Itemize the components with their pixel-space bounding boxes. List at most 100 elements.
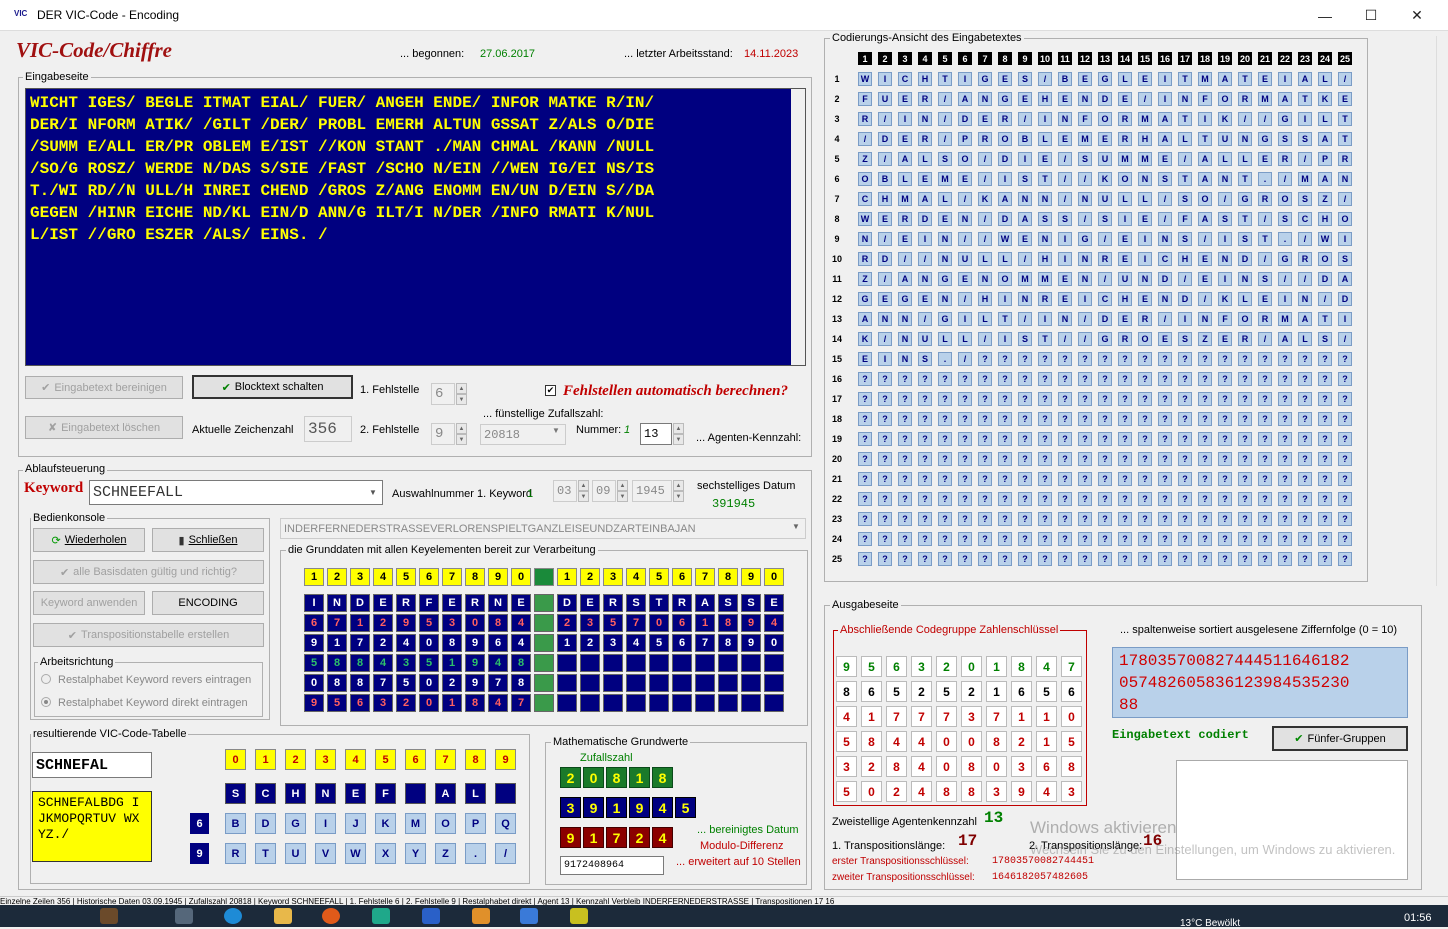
coding-cell: M xyxy=(1298,172,1312,186)
grund-cell: D xyxy=(350,594,370,612)
day-field[interactable]: 03 xyxy=(553,480,577,502)
err1-field[interactable]: 6 xyxy=(431,383,455,405)
coding-cell: ? xyxy=(998,412,1012,426)
phrase-combo[interactable]: INDERFERNEDERSTRASSEVERLORENSPIELTGANZLE… xyxy=(280,518,806,539)
coding-cell: ? xyxy=(1338,452,1352,466)
app-icon-blue[interactable] xyxy=(520,908,538,924)
year-down[interactable]: ▼ xyxy=(673,491,684,502)
keyword-combo[interactable]: SCHNEEFALL xyxy=(89,480,383,505)
coding-cell: F xyxy=(1078,112,1092,126)
year-field[interactable]: 1945 xyxy=(632,480,672,502)
coding-cell: F xyxy=(858,92,872,106)
coding-cell: M xyxy=(1078,132,1092,146)
agent-down[interactable]: ▼ xyxy=(673,434,684,445)
coding-cell: ? xyxy=(998,392,1012,406)
coding-cell: ? xyxy=(1198,452,1212,466)
grund-cell: 6 xyxy=(672,634,692,652)
word-icon[interactable] xyxy=(422,908,440,924)
coding-cell: A xyxy=(1298,72,1312,86)
coding-cell: N xyxy=(1078,192,1092,206)
close-app-button[interactable]: ▮ Schließen xyxy=(152,528,264,552)
grund-cell: 4 xyxy=(488,654,508,672)
textarea-scrollbar[interactable] xyxy=(791,89,805,365)
char-count-field: 356 xyxy=(304,416,352,442)
ship-icon[interactable] xyxy=(100,908,118,924)
coding-cell: O xyxy=(1118,172,1132,186)
coding-cell: M xyxy=(1198,72,1212,86)
app-icon-orange[interactable] xyxy=(472,908,490,924)
coding-cell: Z xyxy=(1198,332,1212,346)
coding-cell: ? xyxy=(898,472,912,486)
minimize-button[interactable]: — xyxy=(1302,0,1348,31)
input-textarea[interactable]: WICHT IGES/ BEGLE ITMAT EIAL/ FUER/ ANGE… xyxy=(25,88,806,366)
coding-cell: G xyxy=(1098,332,1112,346)
day-up[interactable]: ▲ xyxy=(578,480,589,491)
main-scrollbar[interactable] xyxy=(1436,36,1448,586)
firefox-icon[interactable] xyxy=(322,908,340,924)
output-textarea[interactable] xyxy=(1176,760,1408,880)
err2-up[interactable]: ▲ xyxy=(456,423,467,434)
grund-cell: 5 xyxy=(419,654,439,672)
err2-down[interactable]: ▼ xyxy=(456,434,467,445)
close-button[interactable]: ✕ xyxy=(1394,0,1440,31)
vic-row9-cell: . xyxy=(465,843,486,864)
k1-value: 17803570082744451 xyxy=(992,856,1095,867)
month-up[interactable]: ▲ xyxy=(617,480,628,491)
day-down[interactable]: ▼ xyxy=(578,491,589,502)
explorer-icon[interactable] xyxy=(274,908,292,924)
coding-cell: A xyxy=(1318,132,1332,146)
clean-input-button[interactable]: ✔ Eingabetext bereinigen xyxy=(25,376,183,399)
app-icon-green[interactable] xyxy=(372,908,390,924)
err1-up[interactable]: ▲ xyxy=(456,383,467,394)
radio-direkt[interactable] xyxy=(41,697,51,707)
grund-cell: 5 xyxy=(603,614,623,632)
chevron-down-icon[interactable]: ▼ xyxy=(552,426,560,435)
coding-cell: ? xyxy=(978,352,992,366)
coding-cell: ? xyxy=(1318,412,1332,426)
coding-cell: / xyxy=(1078,212,1092,226)
five-groups-button[interactable]: ✔ Fünfer-Gruppen xyxy=(1272,726,1408,751)
coding-cell: D xyxy=(1098,312,1112,326)
err2-field[interactable]: 9 xyxy=(431,423,455,445)
keyword-label: Keyword xyxy=(24,480,84,496)
block-text-button[interactable]: ✔ Blocktext schalten xyxy=(192,375,353,399)
chevron-down-icon[interactable]: ▼ xyxy=(369,488,377,497)
coding-cell: ? xyxy=(1238,412,1252,426)
coding-cell: I xyxy=(1058,232,1072,246)
month-field[interactable]: 09 xyxy=(592,480,616,502)
coding-cell: ? xyxy=(1218,492,1232,506)
radio-revers[interactable] xyxy=(41,674,51,684)
coding-cell: F xyxy=(1198,92,1212,106)
coding-cell: L xyxy=(938,332,952,346)
grund-cell xyxy=(534,634,554,652)
delete-input-button[interactable]: ✘ Eingabetext löschen xyxy=(25,416,183,439)
chevron-down-icon[interactable]: ▼ xyxy=(792,522,800,531)
coding-cell: M xyxy=(898,192,912,206)
grund-cell xyxy=(764,674,784,692)
coding-cell: R xyxy=(1258,192,1272,206)
task-view-icon[interactable] xyxy=(175,908,193,924)
maximize-button[interactable]: ☐ xyxy=(1348,0,1394,31)
encoding-button[interactable]: ENCODING xyxy=(152,591,264,615)
coding-cell: I xyxy=(1058,252,1072,266)
coding-cell: U xyxy=(958,252,972,266)
coding-col-head: 20 xyxy=(1238,52,1252,65)
coding-cell: ? xyxy=(1338,392,1352,406)
apply-keyword-button[interactable]: Keyword anwenden xyxy=(33,591,145,615)
transpose-button[interactable]: ✔ Transpositionstabelle erstellen xyxy=(33,623,264,647)
auto-checkbox[interactable]: ✔ xyxy=(545,385,556,396)
month-down[interactable]: ▼ xyxy=(617,491,628,502)
output-matrix-cell: 4 xyxy=(1036,656,1057,677)
vic-taskbar-icon[interactable] xyxy=(570,908,588,924)
edge-icon[interactable] xyxy=(224,908,242,924)
err1-down[interactable]: ▼ xyxy=(456,394,467,405)
grund-cell: 4 xyxy=(626,634,646,652)
agent-field[interactable]: 13 xyxy=(640,423,672,445)
coding-cell: ? xyxy=(1178,432,1192,446)
repeat-button[interactable]: ⟳ Wiederholen xyxy=(33,528,145,552)
year-up[interactable]: ▲ xyxy=(673,480,684,491)
agent-up[interactable]: ▲ xyxy=(673,423,684,434)
coding-cell: / xyxy=(1058,172,1072,186)
validate-button[interactable]: ✔ alle Basisdaten gültig und richtig? xyxy=(33,560,264,584)
grund-cell: S xyxy=(626,594,646,612)
